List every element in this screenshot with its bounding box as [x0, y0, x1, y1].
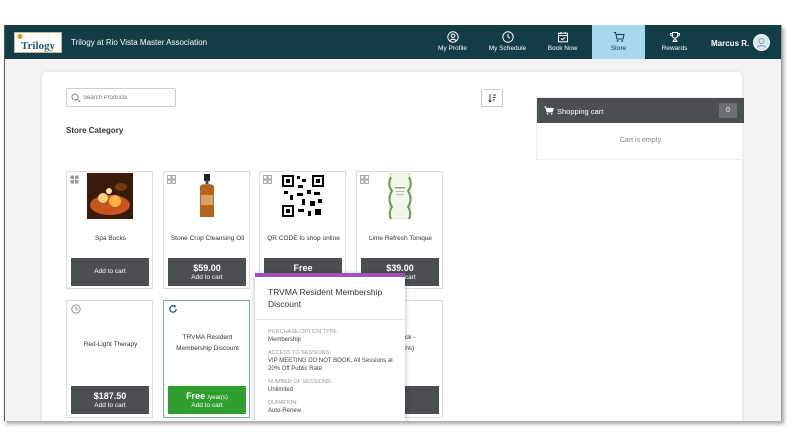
- logo-text: Trilogy: [20, 40, 55, 52]
- product-card-red-light-therapy[interactable]: Red-Light Therapy $187.50 Add to cart: [66, 300, 153, 418]
- access-to-sessions-label: ACCESS TO SESSIONS:: [268, 350, 331, 356]
- shopping-cart-title: Shopping cart: [557, 107, 604, 116]
- product-card-stone-crop-cleansing-oil[interactable]: Stone Crop Cleansing Oil $59.00 Add to c…: [163, 171, 250, 289]
- refresh-icon: [169, 304, 177, 313]
- shopping-cart-header[interactable]: Shopping cart 0: [537, 98, 744, 123]
- purchase-option-type-label: PURCHASE OPTION TYPE:: [268, 329, 339, 335]
- number-of-sessions-label: NUMBER OF SESSIONS:: [268, 379, 333, 385]
- cart-empty-message: Cart is empty: [619, 137, 662, 144]
- price: Free /year(s): [168, 391, 246, 401]
- tonique-bottle-image: [377, 173, 423, 219]
- product-card-lime-refresh-tonique[interactable]: Lime Refresh Tonique $39.00 Add to cart: [356, 171, 443, 289]
- product-details-popover: TRVMA Resident Membership Discount PURCH…: [255, 273, 405, 421]
- search-input[interactable]: [83, 92, 171, 104]
- nav-my-profile[interactable]: My Profile: [426, 25, 479, 59]
- cart-icon: [613, 32, 625, 42]
- add-to-cart-label: Add to cart: [191, 402, 223, 409]
- duration-value: Auto-Renew: [268, 408, 302, 414]
- nav-my-schedule[interactable]: My Schedule: [481, 25, 534, 59]
- top-navigation-bar: ✺ Trilogy Trilogy at Rio Vista Master Ass…: [5, 25, 781, 59]
- price: $39.00: [386, 263, 414, 273]
- add-to-cart-button[interactable]: $187.50 Add to cart: [71, 386, 149, 414]
- search-box[interactable]: [66, 88, 176, 107]
- oil-bottle-image: [184, 173, 230, 219]
- price-period: /year(s): [207, 395, 228, 401]
- trilogy-logo[interactable]: ✺ Trilogy: [14, 32, 62, 53]
- store-category-heading: Store Category: [66, 126, 124, 135]
- product-name: Red-Light Therapy: [83, 341, 138, 348]
- trophy-icon: [669, 32, 680, 42]
- sort-icon: [488, 94, 496, 103]
- grid-view-icon: [360, 175, 369, 184]
- duration-label: DURATION:: [268, 400, 298, 406]
- qr-code-image: [280, 173, 326, 219]
- shopping-cart-icon: [544, 106, 554, 115]
- product-name: TRVMA Resident Membership Discount: [176, 334, 239, 352]
- add-to-cart-button[interactable]: $59.00 Add to cart: [168, 258, 246, 286]
- add-to-cart-button[interactable]: Free /year(s) Add to cart: [168, 386, 246, 414]
- add-to-cart-label: Add to cart: [191, 274, 223, 281]
- user-name[interactable]: Marcus R.: [711, 39, 749, 48]
- price: $187.50: [93, 391, 127, 401]
- popover-divider: [255, 319, 405, 320]
- nav-label: My Schedule: [488, 45, 527, 52]
- product-name: QR CODE to shop online: [267, 235, 340, 242]
- nav-store[interactable]: Store: [592, 25, 645, 59]
- nav-label: Book Now: [547, 45, 578, 52]
- cart-count-badge: 0: [719, 103, 737, 118]
- app-window: ✺ Trilogy Trilogy at Rio Vista Master Ass…: [4, 25, 782, 421]
- price: $59.00: [193, 263, 221, 273]
- calendar-check-icon: [557, 32, 568, 43]
- number-of-sessions-value: Unlimited: [268, 387, 294, 393]
- shopping-cart-panel: Shopping cart 0 Cart is empty: [536, 97, 744, 160]
- profile-icon: [446, 31, 459, 43]
- price: Free: [293, 263, 313, 273]
- grid-view-icon: [70, 175, 79, 184]
- nav-rewards[interactable]: Rewards: [648, 25, 701, 59]
- price-value: Free: [186, 391, 206, 401]
- grid-view-icon: [263, 175, 272, 184]
- user-avatar-icon: [756, 38, 767, 48]
- avatar[interactable]: [753, 34, 770, 51]
- popover-title: TRVMA Resident Membership Discount: [268, 287, 383, 309]
- nav-label: Rewards: [661, 45, 688, 52]
- add-to-cart-button[interactable]: Add to cart: [71, 258, 149, 286]
- access-to-sessions-value: VIP MEETING DO NOT BOOK, All Sessions at…: [268, 358, 393, 372]
- spa-candles-image: [87, 173, 133, 219]
- product-name: Spa Bucks: [94, 235, 127, 242]
- nav-label: My Profile: [438, 45, 467, 52]
- product-card-qr-code[interactable]: QR CODE to shop online Free: [259, 171, 346, 289]
- product-card-trvma-resident-membership-discount[interactable]: TRVMA Resident Membership Discount Free …: [163, 300, 250, 418]
- sun-icon: ✺: [17, 33, 23, 41]
- association-title: Trilogy at Rio Vista Master Association: [71, 38, 208, 47]
- clock-icon: [71, 304, 81, 314]
- product-name: Lime Refresh Tonique: [368, 235, 433, 242]
- clock-icon: [501, 31, 514, 43]
- sort-button[interactable]: [481, 89, 503, 107]
- product-name: Stone Crop Cleansing Oil: [170, 235, 245, 242]
- add-to-cart-label: Add to cart: [94, 402, 126, 409]
- nav-label: Store: [610, 45, 627, 52]
- search-icon: [71, 93, 81, 103]
- purchase-option-type-value: Membership: [268, 337, 302, 343]
- nav-book-now[interactable]: Book Now: [536, 25, 589, 59]
- product-card-spa-bucks[interactable]: Spa Bucks Add to cart: [66, 171, 153, 289]
- grid-view-icon: [167, 175, 176, 184]
